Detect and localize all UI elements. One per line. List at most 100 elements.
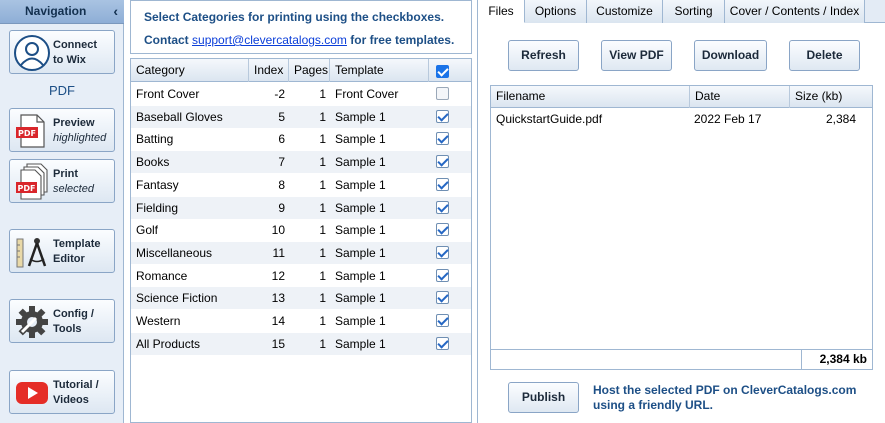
- category-pages: 1: [319, 109, 326, 124]
- preview-highlighted-button[interactable]: PDF Preview highlighted: [9, 108, 115, 152]
- navigation-sidebar: Navigation ‹ Connect to Wix PDF PDF Prev…: [0, 0, 124, 423]
- template-editor-button[interactable]: Template Editor: [9, 229, 115, 273]
- category-print-checkbox[interactable]: [436, 200, 449, 214]
- table-row[interactable]: Baseball Gloves 5 1 Sample 1: [131, 105, 471, 128]
- category-index: 5: [278, 109, 285, 124]
- template-editor-label: Template Editor: [53, 238, 101, 265]
- print-selected-button[interactable]: PDF Print selected: [9, 159, 115, 203]
- table-row[interactable]: All Products 15 1 Sample 1: [131, 332, 471, 355]
- column-header-filename[interactable]: Filename: [491, 86, 690, 108]
- category-template: Sample 1: [335, 109, 386, 124]
- category-template: Sample 1: [335, 245, 386, 260]
- config-tools-button[interactable]: Config / Tools: [9, 299, 115, 343]
- file-list-footer: 2,384 kb: [491, 349, 872, 369]
- category-template: Sample 1: [335, 132, 386, 147]
- svg-text:PDF: PDF: [18, 184, 36, 193]
- tab-files[interactable]: Files: [478, 0, 525, 23]
- category-template: Sample 1: [335, 291, 386, 306]
- table-row[interactable]: Batting 6 1 Sample 1: [131, 128, 471, 150]
- tab-bar: Files Options Customize Sorting Cover / …: [478, 0, 885, 23]
- view-pdf-button[interactable]: View PDF: [601, 40, 672, 71]
- category-print-checkbox[interactable]: [436, 336, 449, 350]
- category-print-checkbox[interactable]: [436, 245, 449, 259]
- tab-options[interactable]: Options: [525, 0, 587, 23]
- category-index: 9: [278, 200, 285, 215]
- wix-user-icon: [14, 35, 50, 71]
- category-print-checkbox[interactable]: [436, 177, 449, 191]
- pdf-icon: PDF: [16, 114, 45, 148]
- tab-sorting[interactable]: Sorting: [663, 0, 725, 23]
- category-pages: 1: [319, 155, 326, 170]
- youtube-play-icon: [16, 382, 48, 404]
- tab-customize[interactable]: Customize: [587, 0, 663, 23]
- files-panel: Files Options Customize Sorting Cover / …: [477, 0, 885, 423]
- pdf-stack-icon: PDF: [16, 163, 48, 200]
- category-print-checkbox[interactable]: [436, 87, 449, 100]
- category-name: Western: [136, 314, 181, 328]
- category-print-checkbox[interactable]: [436, 291, 449, 305]
- tab-cover-contents-index[interactable]: Cover / Contents / Index: [725, 0, 865, 23]
- category-panel: Select Categories for printing using the…: [130, 0, 472, 423]
- table-row[interactable]: Fantasy 8 1 Sample 1: [131, 174, 471, 196]
- column-header-index[interactable]: Index: [249, 59, 289, 82]
- delete-button[interactable]: Delete: [789, 40, 860, 71]
- publish-button[interactable]: Publish: [508, 382, 579, 413]
- contact-suffix: for free templates.: [350, 33, 455, 47]
- category-print-checkbox[interactable]: [436, 109, 449, 123]
- contact-line: Contact support@clevercatalogs.com for f…: [144, 33, 454, 47]
- category-pages: 1: [319, 177, 326, 192]
- category-print-checkbox[interactable]: [436, 268, 449, 282]
- column-header-category[interactable]: Category: [131, 59, 249, 82]
- category-index: 11: [272, 245, 285, 260]
- pdf-section-label: PDF: [49, 83, 75, 98]
- column-header-size[interactable]: Size (kb): [790, 86, 872, 108]
- category-print-checkbox[interactable]: [436, 314, 449, 327]
- file-name: QuickstartGuide.pdf: [496, 112, 603, 126]
- table-row[interactable]: Fielding 9 1 Sample 1: [131, 196, 471, 219]
- category-pages: 1: [319, 314, 326, 328]
- column-header-template[interactable]: Template: [330, 59, 429, 82]
- category-name: Science Fiction: [136, 291, 218, 306]
- table-row[interactable]: Miscellaneous 11 1 Sample 1: [131, 241, 471, 264]
- category-pages: 1: [319, 200, 326, 215]
- category-pages: 1: [319, 132, 326, 147]
- category-pages: 1: [319, 268, 326, 283]
- table-row[interactable]: Books 7 1 Sample 1: [131, 151, 471, 174]
- chevron-left-icon[interactable]: ‹: [113, 0, 118, 23]
- file-date: 2022 Feb 17: [694, 112, 762, 126]
- category-print-checkbox[interactable]: [436, 132, 449, 146]
- category-print-checkbox[interactable]: [436, 223, 449, 237]
- file-list-header: Filename Date Size (kb): [491, 86, 872, 108]
- table-row[interactable]: Western 14 1 Sample 1: [131, 310, 471, 332]
- category-index: 12: [271, 268, 285, 283]
- category-name: Front Cover: [136, 87, 200, 101]
- column-header-pages[interactable]: Pages: [289, 59, 330, 82]
- category-index: 14: [271, 314, 285, 328]
- connect-to-wix-button[interactable]: Connect to Wix: [9, 30, 115, 74]
- table-row[interactable]: Science Fiction 13 1 Sample 1: [131, 287, 471, 310]
- support-email-link[interactable]: support@clevercatalogs.com: [192, 33, 347, 47]
- category-print-checkbox[interactable]: [436, 155, 449, 169]
- table-row[interactable]: Golf 10 1 Sample 1: [131, 219, 471, 241]
- category-index: 7: [278, 155, 285, 170]
- refresh-button[interactable]: Refresh: [508, 40, 579, 71]
- drafting-compass-icon: [16, 238, 47, 268]
- category-template: Sample 1: [335, 177, 386, 192]
- svg-text:PDF: PDF: [18, 129, 36, 138]
- download-button[interactable]: Download: [694, 40, 767, 71]
- table-row[interactable]: Front Cover -2 1 Front Cover: [131, 83, 471, 105]
- publish-note: Host the selected PDF on CleverCatalogs.…: [593, 383, 857, 412]
- tutorial-videos-label: Tutorial / Videos: [53, 379, 99, 406]
- category-index: 10: [271, 223, 285, 238]
- category-pages: 1: [319, 336, 326, 351]
- select-all-checkbox[interactable]: [436, 65, 449, 78]
- tutorial-videos-button[interactable]: Tutorial / Videos: [9, 370, 115, 414]
- category-name: All Products: [136, 336, 201, 351]
- category-template: Sample 1: [335, 314, 386, 328]
- config-tools-label: Config / Tools: [53, 308, 94, 335]
- file-row[interactable]: QuickstartGuide.pdf 2022 Feb 17 2,384: [491, 108, 872, 130]
- table-row[interactable]: Romance 12 1 Sample 1: [131, 265, 471, 287]
- column-header-date[interactable]: Date: [690, 86, 790, 108]
- instructions-box: Select Categories for printing using the…: [130, 0, 472, 54]
- navigation-title: Navigation: [25, 4, 87, 18]
